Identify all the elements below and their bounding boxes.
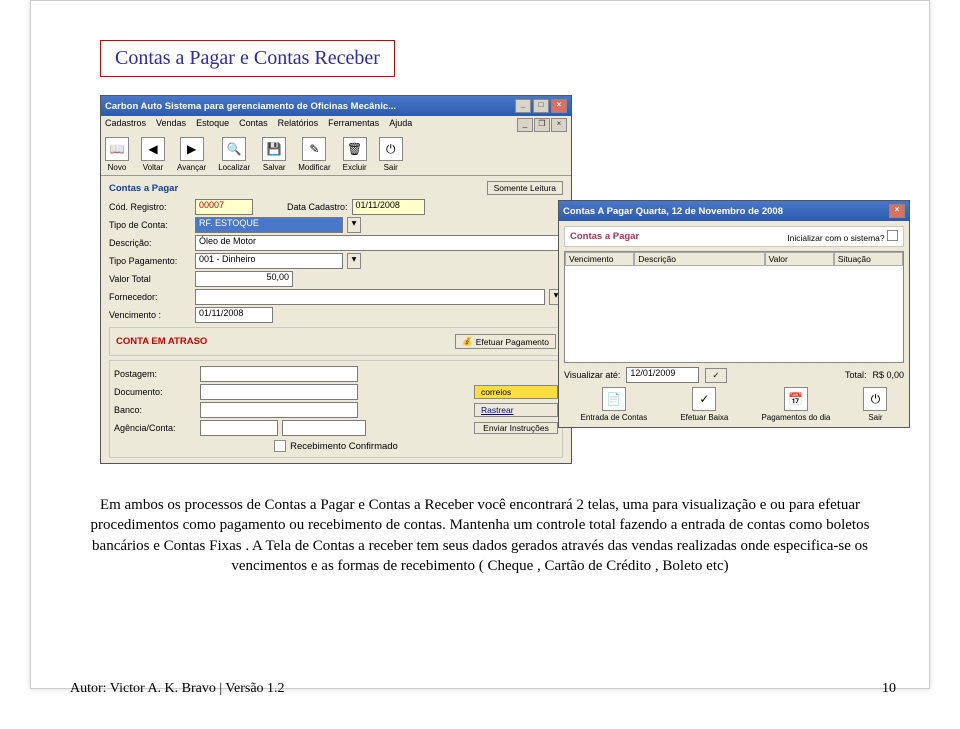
popup-titlebar: Contas A Pagar Quarta, 12 de Novembro de…: [559, 201, 909, 221]
close-icon[interactable]: ×: [551, 99, 567, 113]
popup-heading: Contas a Pagar: [570, 231, 639, 242]
total-label: Total:: [845, 370, 867, 380]
mdi-close-icon[interactable]: ×: [551, 118, 567, 132]
data-cadastro-label: Data Cadastro:: [287, 202, 348, 212]
modificar-button[interactable]: ✎Modificar: [298, 137, 330, 172]
footer-author: Autor: Victor A. K. Bravo | Versão 1.2: [70, 681, 285, 697]
avancar-button[interactable]: ▶Avançar: [177, 137, 206, 172]
col-vencimento[interactable]: Vencimento: [565, 252, 634, 266]
fornecedor-field[interactable]: [195, 289, 545, 305]
cod-registro-field[interactable]: 00007: [195, 199, 253, 215]
popup-title: Contas A Pagar Quarta, 12 de Novembro de…: [563, 206, 783, 217]
menu-item[interactable]: Estoque: [196, 118, 229, 132]
app-title: Carbon Auto Sistema para gerenciamento d…: [105, 101, 396, 112]
correios-button[interactable]: correios: [474, 385, 558, 399]
recebimento-checkbox[interactable]: [274, 440, 286, 452]
atraso-label: CONTA EM ATRASO: [116, 336, 207, 347]
menubar: Cadastros Vendas Estoque Contas Relatóri…: [101, 116, 571, 134]
titlebar: Carbon Auto Sistema para gerenciamento d…: [101, 96, 571, 116]
tipo-pagamento-label: Tipo Pagamento:: [109, 256, 191, 266]
sair-button[interactable]: ⏻Sair: [863, 387, 887, 422]
money-icon: 💰: [462, 336, 473, 347]
rastrear-button[interactable]: Rastrear: [474, 403, 558, 417]
agencia-field[interactable]: [200, 420, 278, 436]
enviar-instrucoes-button[interactable]: Enviar Instruções: [474, 422, 558, 435]
maximize-icon[interactable]: □: [533, 99, 549, 113]
close-icon[interactable]: ×: [889, 204, 905, 218]
minimize-icon[interactable]: _: [515, 99, 531, 113]
postagem-label: Postagem:: [114, 369, 196, 379]
body-paragraph: Em ambos os processos de Contas a Pagar …: [70, 495, 890, 576]
form-area: Contas a Pagar Somente Leitura Cód. Regi…: [101, 176, 571, 463]
ok-button[interactable]: ✓: [705, 368, 726, 383]
main-window: Carbon Auto Sistema para gerenciamento d…: [100, 95, 572, 464]
menu-item[interactable]: Ferramentas: [328, 118, 379, 132]
documento-label: Documento:: [114, 387, 196, 397]
efetuar-pagamento-button[interactable]: 💰 Efetuar Pagamento: [455, 334, 556, 349]
form-title: Contas a Pagar: [109, 183, 178, 194]
chevron-down-icon[interactable]: ▾: [347, 253, 361, 269]
menu-item[interactable]: Contas: [239, 118, 268, 132]
descricao-field[interactable]: Óleo de Motor: [195, 235, 563, 251]
atraso-panel: CONTA EM ATRASO 💰 Efetuar Pagamento: [109, 327, 563, 356]
conta-field[interactable]: [282, 420, 366, 436]
col-situacao[interactable]: Situação: [834, 252, 903, 266]
somente-leitura-button[interactable]: Somente Leitura: [487, 181, 563, 195]
descricao-label: Descrição:: [109, 238, 191, 248]
novo-button[interactable]: 📖Novo: [105, 137, 129, 172]
tipo-pagamento-field[interactable]: 001 - Dinheiro: [195, 253, 343, 269]
menu-item[interactable]: Cadastros: [105, 118, 146, 132]
contas-grid[interactable]: Vencimento Descrição Valor Situação: [564, 251, 904, 363]
agencia-conta-label: Agência/Conta:: [114, 423, 196, 433]
mdi-minimize-icon[interactable]: _: [517, 118, 533, 132]
data-cadastro-field[interactable]: 01/11/2008: [352, 199, 425, 215]
col-descricao[interactable]: Descrição: [634, 252, 764, 266]
fornecedor-label: Fornecedor:: [109, 292, 191, 302]
vencimento-field[interactable]: 01/11/2008: [195, 307, 273, 323]
sair-button[interactable]: ⏻Sair: [379, 137, 403, 172]
entrada-contas-button[interactable]: 📄Entrada de Contas: [581, 387, 648, 422]
menu-item[interactable]: Relatórios: [278, 118, 319, 132]
menu-item[interactable]: Ajuda: [389, 118, 412, 132]
visualizar-label: Visualizar até:: [564, 370, 620, 380]
banco-label: Banco:: [114, 405, 196, 415]
salvar-button[interactable]: 💾Salvar: [262, 137, 286, 172]
valor-label: Valor Total: [109, 274, 191, 284]
total-value: R$ 0,00: [872, 370, 904, 380]
inicializar-checkbox[interactable]: [887, 230, 898, 241]
excluir-button[interactable]: 🗑Excluir: [343, 137, 367, 172]
tipo-conta-label: Tipo de Conta:: [109, 220, 191, 230]
voltar-button[interactable]: ◀Voltar: [141, 137, 165, 172]
chevron-down-icon[interactable]: ▾: [347, 217, 361, 233]
efetuar-baixa-button[interactable]: ✓Efetuar Baixa: [680, 387, 728, 422]
menu-item[interactable]: Vendas: [156, 118, 186, 132]
documento-field[interactable]: [200, 384, 358, 400]
inicializar-label: Inicializar com o sistema?: [787, 233, 884, 243]
valor-field[interactable]: 50,00: [195, 271, 293, 287]
tipo-conta-field[interactable]: RF. ESTOQUE: [195, 217, 343, 233]
toolbar: 📖Novo ◀Voltar ▶Avançar 🔍Localizar 💾Salva…: [101, 134, 571, 176]
localizar-button[interactable]: 🔍Localizar: [218, 137, 250, 172]
visualizar-date-field[interactable]: 12/01/2009: [626, 367, 699, 383]
page-title: Contas a Pagar e Contas Receber: [100, 40, 395, 77]
pagamentos-dia-button[interactable]: 📅Pagamentos do dia: [761, 387, 830, 422]
col-valor[interactable]: Valor: [765, 252, 834, 266]
contas-pagar-popup: Contas A Pagar Quarta, 12 de Novembro de…: [558, 200, 910, 428]
banco-field[interactable]: [200, 402, 358, 418]
postagem-field[interactable]: [200, 366, 358, 382]
vencimento-label: Vencimento :: [109, 310, 191, 320]
page-number: 10: [882, 681, 896, 697]
cod-registro-label: Cód. Registro:: [109, 202, 191, 212]
mdi-restore-icon[interactable]: ❐: [534, 118, 550, 132]
recebimento-label: Recebimento Confirmado: [290, 441, 398, 452]
